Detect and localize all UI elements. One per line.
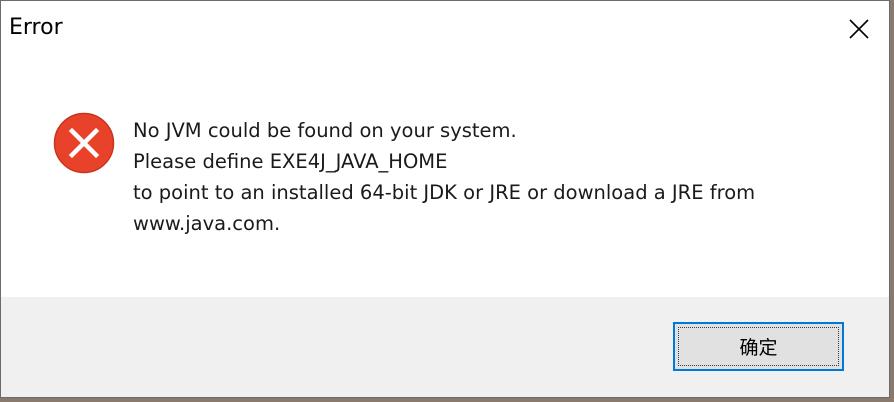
error-dialog: Error No JVM could be found on your syst… — [0, 0, 890, 398]
message-line: Please define EXE4J_JAVA_HOME — [133, 150, 448, 173]
close-button[interactable] — [829, 1, 889, 57]
message-line: No JVM could be found on your system. — [133, 119, 517, 142]
message-line: www.java.com. — [133, 212, 281, 235]
button-bar: 确定 — [1, 297, 889, 397]
error-icon — [53, 112, 115, 174]
close-icon — [849, 19, 869, 39]
error-message: No JVM could be found on your system. Pl… — [133, 115, 755, 239]
window-title: Error — [9, 15, 63, 40]
dialog-content: No JVM could be found on your system. Pl… — [1, 59, 889, 297]
ok-button-label: 确定 — [739, 337, 778, 359]
ok-button[interactable]: 确定 — [673, 322, 844, 371]
title-bar[interactable]: Error — [1, 1, 889, 59]
message-line: to point to an installed 64-bit JDK or J… — [133, 181, 756, 204]
